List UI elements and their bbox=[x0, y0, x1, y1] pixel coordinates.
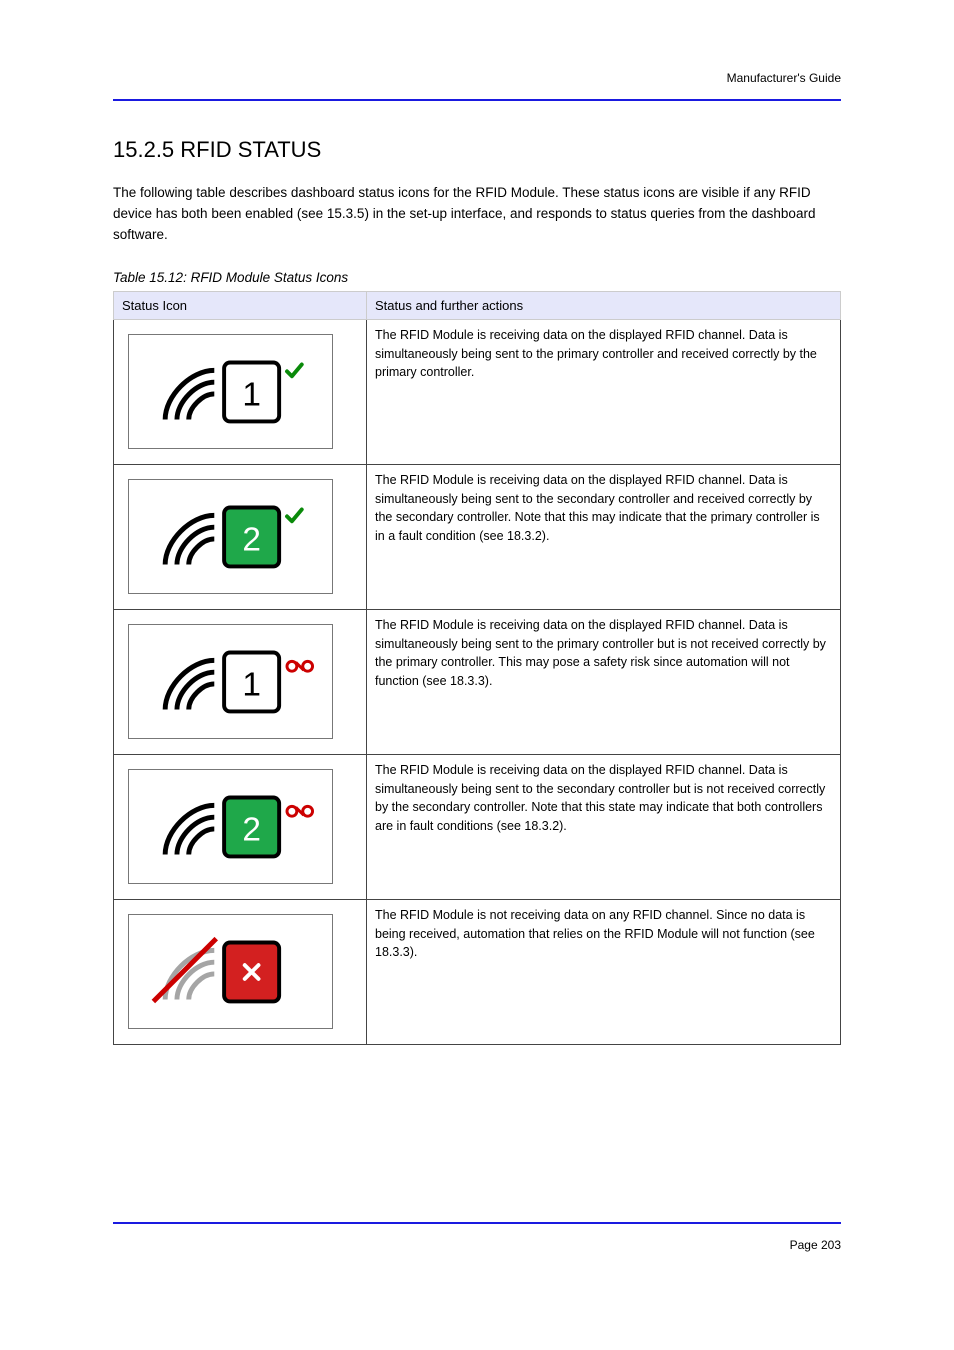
table-caption: Table 15.12: RFID Module Status Icons bbox=[113, 270, 841, 285]
th-desc: Status and further actions bbox=[367, 291, 841, 319]
page: Manufacturer's Guide 15.2.5 RFID STATUS … bbox=[0, 0, 954, 1350]
th-icon: Status Icon bbox=[114, 291, 367, 319]
status-icon-cell bbox=[114, 609, 367, 754]
status-description: The RFID Module is receiving data on the… bbox=[367, 754, 841, 899]
icon-rfid-1-outline-broken bbox=[128, 624, 333, 739]
table-row: The RFID Module is receiving data on the… bbox=[114, 464, 841, 609]
intro-paragraph: The following table describes dashboard … bbox=[113, 183, 841, 246]
table-row: The RFID Module is receiving data on the… bbox=[114, 319, 841, 464]
table-row: The RFID Module is not receiving data on… bbox=[114, 899, 841, 1044]
header: Manufacturer's Guide bbox=[113, 71, 841, 87]
footer-rule bbox=[113, 1222, 841, 1224]
status-icon-cell bbox=[114, 464, 367, 609]
icon-rfid-2-green-tick bbox=[128, 479, 333, 594]
section-title: 15.2.5 RFID STATUS bbox=[113, 137, 841, 163]
table-row: The RFID Module is receiving data on the… bbox=[114, 609, 841, 754]
status-description: The RFID Module is receiving data on the… bbox=[367, 464, 841, 609]
icon-rfid-2-green-broken bbox=[128, 769, 333, 884]
status-icon-cell bbox=[114, 899, 367, 1044]
status-icon-cell bbox=[114, 319, 367, 464]
table-row: The RFID Module is receiving data on the… bbox=[114, 754, 841, 899]
status-description: The RFID Module is not receiving data on… bbox=[367, 899, 841, 1044]
page-number: Page 203 bbox=[790, 1238, 841, 1252]
icon-rfid-1-outline-tick bbox=[128, 334, 333, 449]
footer: Page 203 bbox=[113, 1238, 841, 1252]
icon-rfid-x-red-nosignal bbox=[128, 914, 333, 1029]
status-table: Status Icon Status and further actions T… bbox=[113, 291, 841, 1045]
header-rule bbox=[113, 99, 841, 101]
header-text: Manufacturer's Guide bbox=[727, 71, 841, 85]
status-icon-cell bbox=[114, 754, 367, 899]
status-description: The RFID Module is receiving data on the… bbox=[367, 319, 841, 464]
status-description: The RFID Module is receiving data on the… bbox=[367, 609, 841, 754]
